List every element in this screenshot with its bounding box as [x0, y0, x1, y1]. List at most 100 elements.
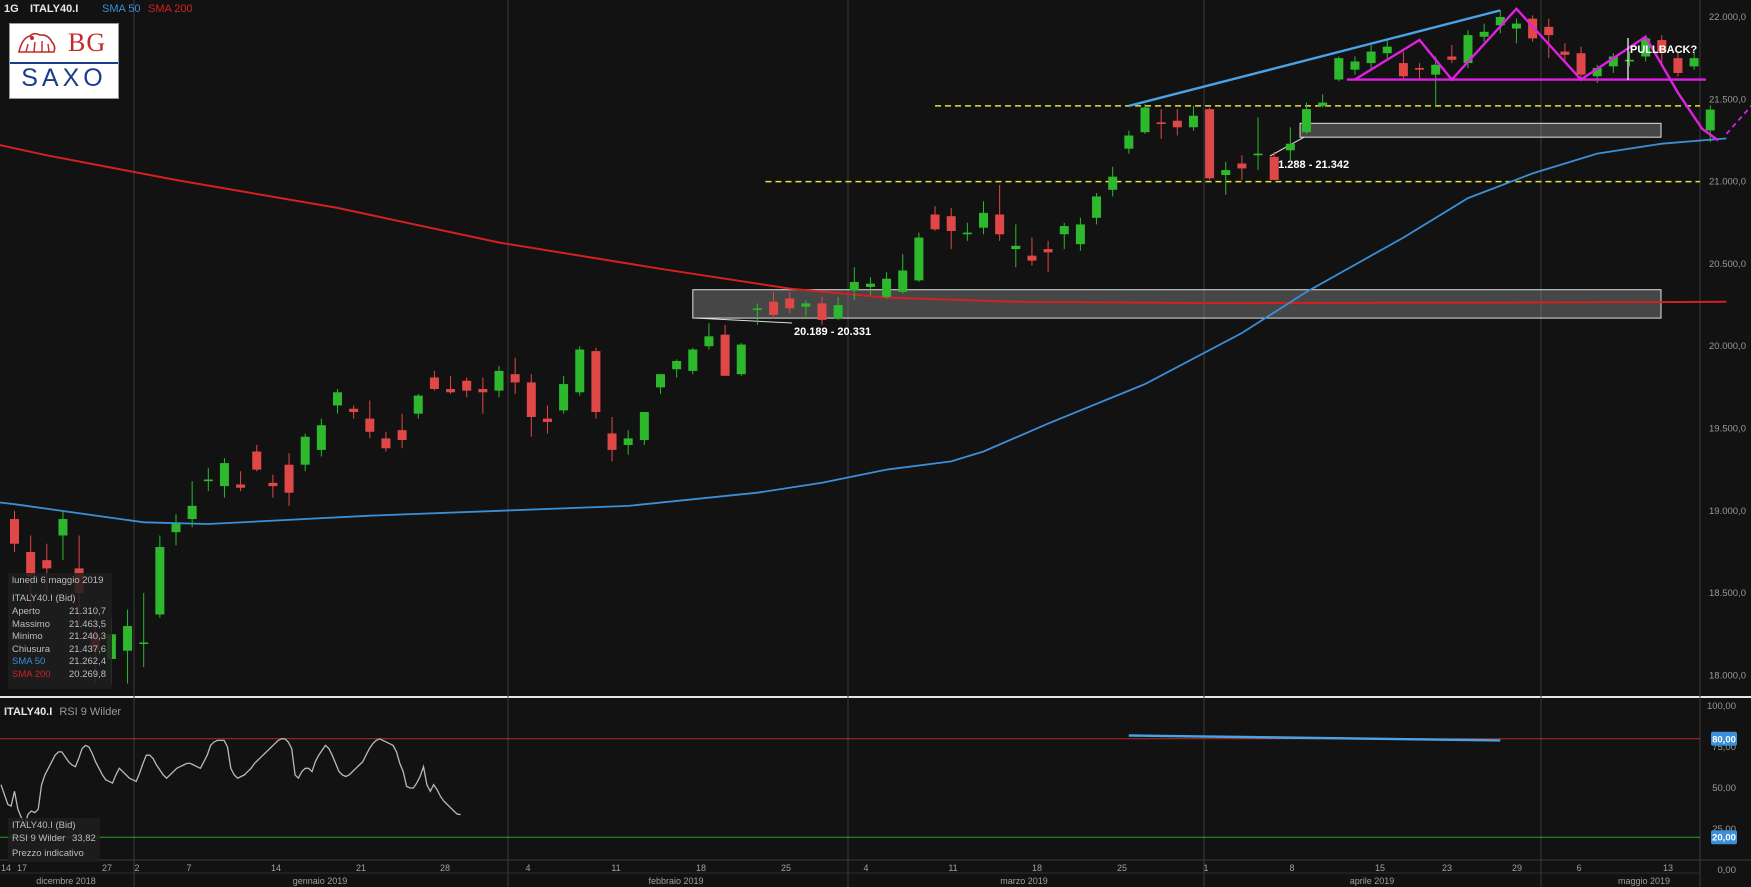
candle-body	[930, 214, 940, 230]
support-zone-pointer	[696, 317, 793, 324]
candle-body	[42, 560, 52, 569]
candle-body	[688, 349, 698, 371]
candle-body	[397, 430, 407, 441]
candle-body	[979, 212, 988, 228]
candle-body	[1398, 63, 1408, 77]
rsi-divergence-line	[1128, 734, 1501, 742]
day-tick-label: 15	[1375, 863, 1385, 873]
candle-body	[542, 418, 552, 422]
candle-body	[1140, 107, 1150, 133]
month-label: marzo 2019	[1000, 876, 1048, 886]
candle-body	[268, 482, 278, 487]
month-label: dicembre 2018	[36, 876, 96, 886]
candle-body	[510, 374, 520, 383]
candle-body	[817, 303, 827, 320]
candle-body	[123, 626, 133, 651]
support-zone-label: 20.189 - 20.331	[794, 326, 871, 338]
day-tick-label: 18	[696, 863, 706, 873]
candle-body	[898, 270, 908, 292]
candle-body	[1011, 245, 1021, 250]
candle-body	[478, 388, 488, 393]
day-tick-label: 21	[356, 863, 366, 873]
day-tick-label: 28	[440, 863, 450, 873]
price-tick-label: 21.500,0	[1709, 94, 1746, 105]
info-instrument: ITALY40.I (Bid)	[12, 593, 76, 604]
info-row-open: Aperto 21.310,7	[12, 606, 106, 617]
candle-body	[1075, 224, 1085, 245]
info-row-sma50: SMA 50 21.262,4	[12, 656, 106, 667]
day-tick-label: 4	[525, 863, 530, 873]
candle-body	[1479, 31, 1489, 37]
candle-body	[1172, 120, 1182, 128]
month-label: febbraio 2019	[648, 876, 703, 886]
day-tick-label: 2	[134, 863, 139, 873]
candle-body	[882, 278, 892, 297]
rsi-info-label: RSI 9 Wilder	[12, 833, 66, 844]
day-tick-label: 25	[1117, 863, 1127, 873]
candle-body	[58, 519, 68, 536]
candle-body	[1043, 249, 1053, 253]
rsi-tick-label: 50,00	[1712, 783, 1736, 794]
candle-body	[607, 433, 617, 450]
candle-body	[1302, 109, 1311, 133]
rsi-info-value: 33,82	[72, 833, 96, 844]
candle-body	[1576, 53, 1586, 75]
interval-label[interactable]: 1G	[4, 3, 19, 15]
candle-body	[1124, 135, 1134, 149]
price-tick-label: 18.500,0	[1709, 588, 1746, 599]
candle-body	[736, 344, 746, 375]
candle-body	[1108, 176, 1118, 190]
month-label: maggio 2019	[1618, 876, 1670, 886]
rsi-info-instrument: ITALY40.I (Bid)	[12, 820, 76, 831]
price-tick-label: 20.500,0	[1709, 259, 1746, 270]
price-tick-label: 19.000,0	[1709, 506, 1746, 517]
rsi-line	[0, 738, 461, 828]
candle-body	[333, 392, 342, 406]
rsi-panel-title: ITALY40.I RSI 9 Wilder	[4, 706, 121, 718]
candle-body	[171, 523, 181, 533]
day-tick-label: 6	[1576, 863, 1581, 873]
candle-body	[155, 547, 165, 615]
candle-body	[381, 438, 391, 449]
candle-body	[300, 436, 310, 465]
bg-saxo-logo: BG SAXO	[9, 23, 119, 99]
logo-bg-text: BG	[68, 28, 107, 57]
pullback-annotation: PULLBACK?	[1630, 44, 1697, 56]
day-tick-label: 14	[1, 863, 11, 873]
candle-body	[849, 282, 859, 291]
candle-body	[962, 232, 972, 235]
candle-body	[1689, 58, 1699, 67]
candle-body	[252, 451, 262, 470]
price-tick-label: 20.000,0	[1709, 341, 1746, 352]
candle-body	[349, 408, 359, 413]
candle-body	[187, 505, 197, 520]
candle-body	[1673, 58, 1683, 73]
day-tick-label: 8	[1289, 863, 1294, 873]
candle-body	[1205, 109, 1215, 179]
rsi-indicator-name: RSI 9 Wilder	[59, 706, 122, 718]
day-tick-label: 18	[1032, 863, 1042, 873]
rsi-level-label: 20,00	[1712, 833, 1736, 844]
symbol-label[interactable]: ITALY40.I	[30, 3, 78, 15]
candle-body	[1269, 156, 1279, 180]
rsi-symbol: ITALY40.I	[4, 706, 53, 718]
candle-body	[914, 237, 924, 281]
day-tick-label: 14	[271, 863, 281, 873]
candle-body	[446, 388, 456, 393]
candle-body	[1027, 255, 1037, 261]
candle-body	[833, 305, 843, 319]
info-date: lunedì 6 maggio 2019	[12, 575, 104, 586]
rsi-level-label: 80,00	[1712, 734, 1736, 745]
candle-body	[995, 214, 1005, 235]
candle-body	[1511, 23, 1521, 29]
candle-body	[429, 377, 439, 389]
candle-body	[1350, 61, 1360, 70]
ohlc-info-box: lunedì 6 maggio 2019 ITALY40.I (Bid) Ape…	[8, 573, 112, 689]
rsi-tick-label: 100,00	[1707, 701, 1736, 712]
day-tick-label: 13	[1663, 863, 1673, 873]
candle-body	[1221, 170, 1231, 176]
candle-body	[639, 412, 649, 441]
candle-body	[494, 370, 504, 391]
candle-body	[219, 463, 229, 487]
day-tick-label: 29	[1512, 863, 1522, 873]
